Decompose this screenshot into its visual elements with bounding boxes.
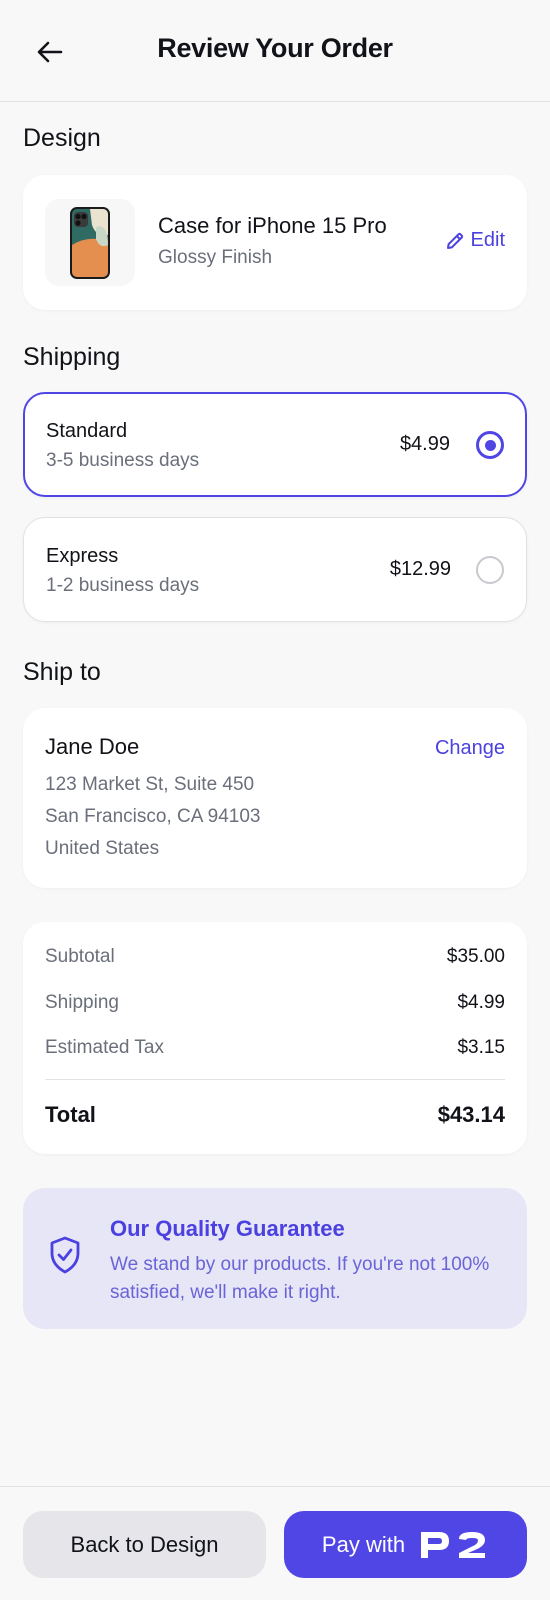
edit-label: Edit xyxy=(470,229,505,251)
product-thumbnail xyxy=(45,199,135,286)
shipping-option-standard[interactable]: Standard 3-5 business days $4.99 xyxy=(23,392,527,497)
phone-case-image xyxy=(70,206,110,279)
guarantee-title: Our Quality Guarantee xyxy=(110,1216,345,1241)
address-line: 123 Market St, Suite 450 xyxy=(45,774,255,795)
summary-label: Subtotal xyxy=(45,946,115,967)
ship-to-section-title: Ship to xyxy=(23,658,101,686)
order-summary-card: Subtotal $35.00 Shipping $4.99 Estimated… xyxy=(23,922,527,1154)
summary-value: $4.99 xyxy=(457,992,505,1013)
change-address-link[interactable]: Change xyxy=(435,737,505,760)
shipping-option-name: Standard xyxy=(46,420,128,442)
address-card: Jane Doe Change 123 Market St, Suite 450… xyxy=(23,708,527,888)
quality-guarantee-banner: Our Quality Guarantee We stand by our pr… xyxy=(23,1188,527,1329)
summary-value: $3.15 xyxy=(457,1037,505,1058)
shipping-option-days: 3-5 business days xyxy=(46,450,200,471)
recipient-name: Jane Doe xyxy=(45,734,140,759)
shipping-option-price: $4.99 xyxy=(399,433,450,455)
header: Review Your Order xyxy=(0,0,550,102)
shipping-section-title: Shipping xyxy=(23,343,121,371)
shipping-option-express[interactable]: Express 1-2 business days $12.99 xyxy=(23,517,527,622)
guarantee-text: We stand by our products. If you're not … xyxy=(110,1254,490,1303)
summary-divider xyxy=(45,1079,505,1080)
shipping-option-name: Express xyxy=(46,545,119,567)
p2-logo xyxy=(421,1531,486,1558)
total-value: $43.14 xyxy=(437,1102,505,1127)
pay-label: Pay with xyxy=(321,1531,406,1557)
footer-bar: Back to Design Pay with xyxy=(0,1486,550,1600)
summary-value: $35.00 xyxy=(446,946,505,967)
radio-unselected[interactable] xyxy=(476,556,504,584)
edit-design-button[interactable]: Edit xyxy=(445,229,505,252)
product-name: Case for iPhone 15 Pro xyxy=(158,213,387,238)
shield-check-icon xyxy=(50,1236,80,1274)
design-section-title: Design xyxy=(23,124,101,152)
address-line: United States xyxy=(45,838,160,859)
product-finish: Glossy Finish xyxy=(158,247,273,268)
pencil-icon xyxy=(446,232,463,249)
back-to-design-button[interactable]: Back to Design xyxy=(23,1511,266,1578)
summary-label: Shipping xyxy=(45,992,119,1013)
page-title: Review Your Order xyxy=(157,33,393,63)
summary-label: Estimated Tax xyxy=(45,1037,164,1058)
radio-selected[interactable] xyxy=(476,431,504,459)
address-line: San Francisco, CA 94103 xyxy=(45,806,261,827)
shipping-option-price: $12.99 xyxy=(389,558,451,580)
pay-button[interactable]: Pay with xyxy=(284,1511,527,1578)
design-card: Case for iPhone 15 Pro Glossy Finish Edi… xyxy=(23,175,527,310)
shipping-option-days: 1-2 business days xyxy=(46,575,200,596)
total-label: Total xyxy=(45,1102,96,1127)
